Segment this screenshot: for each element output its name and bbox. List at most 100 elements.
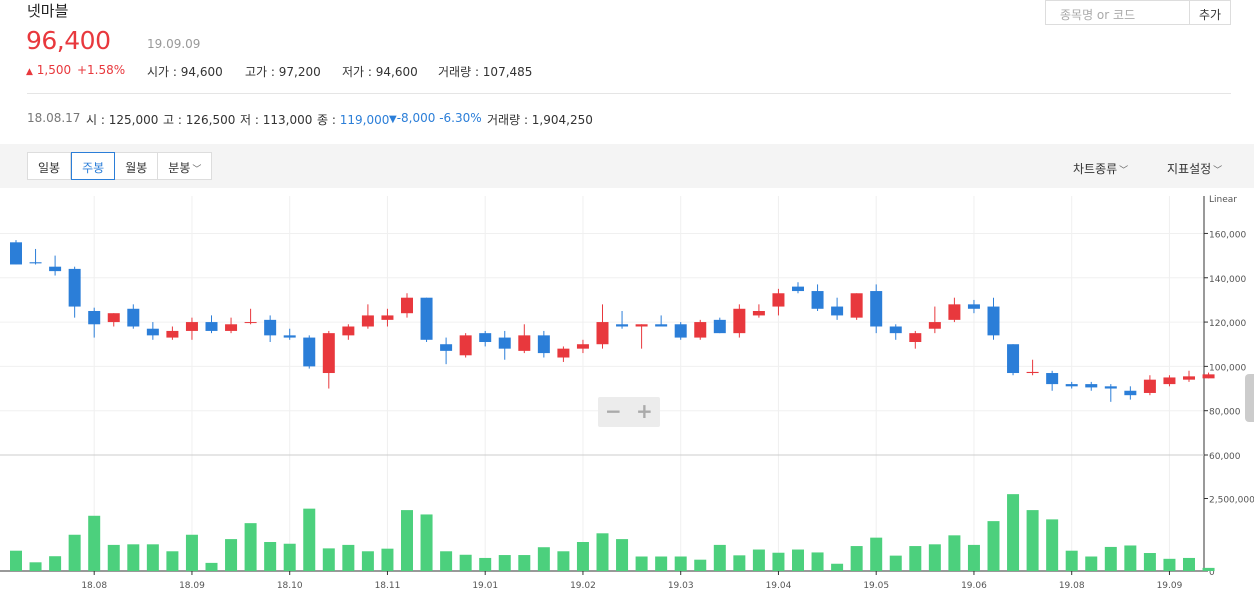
x-tick-label: 19.06 bbox=[961, 581, 987, 591]
candle-body bbox=[811, 291, 824, 309]
x-tick-label: 18.09 bbox=[179, 581, 205, 591]
candle-body bbox=[1026, 371, 1039, 374]
stock-search-input[interactable]: 종목명 or 코드 bbox=[1045, 0, 1190, 25]
volume-bar bbox=[322, 548, 335, 571]
x-tick-label: 18.10 bbox=[277, 581, 303, 591]
history-low: 저 : 113,000 bbox=[240, 113, 313, 127]
tab-monthly[interactable]: 월봉 bbox=[115, 152, 159, 180]
volume-bar bbox=[694, 559, 707, 571]
history-volume-value: 1,904,250 bbox=[531, 113, 593, 127]
candle-body bbox=[107, 313, 120, 323]
tab-daily[interactable]: 일봉 bbox=[27, 152, 72, 180]
x-tick-label: 19.02 bbox=[570, 581, 596, 591]
history-open-value: 125,000 bbox=[108, 113, 159, 127]
history-open: 시 : 125,000 bbox=[86, 113, 159, 127]
price-chart[interactable]: Linear 160,000 140,000 120,000 100,000 80,00… bbox=[0, 188, 1254, 603]
volume-bar bbox=[1065, 550, 1078, 571]
candle-body bbox=[557, 348, 570, 358]
candle-body bbox=[1143, 379, 1156, 393]
volume-bar bbox=[420, 514, 433, 571]
candle-body bbox=[655, 324, 668, 327]
volume-bar bbox=[909, 546, 922, 571]
current-price: 96,400 bbox=[26, 26, 111, 55]
candle-body bbox=[283, 335, 296, 338]
candle-body bbox=[166, 330, 179, 338]
volume-bar bbox=[127, 544, 140, 571]
candle-body bbox=[381, 315, 394, 320]
volume-bar bbox=[342, 544, 355, 571]
candle-body bbox=[1065, 384, 1078, 387]
chevron-down-icon: ﹀ bbox=[1119, 166, 1129, 176]
chart-type-dropdown[interactable]: 차트종류 ﹀ bbox=[1073, 160, 1128, 177]
volume-bar bbox=[674, 556, 687, 571]
volume-bar bbox=[303, 508, 316, 571]
candle-body bbox=[870, 291, 883, 327]
x-tick-label: 19.03 bbox=[668, 581, 694, 591]
zoom-control: − + bbox=[598, 397, 660, 427]
volume-bar bbox=[557, 551, 570, 571]
history-change-percent: -6.30% bbox=[439, 111, 482, 125]
zoom-out-icon[interactable]: − bbox=[605, 399, 622, 423]
candle-body bbox=[1163, 377, 1176, 385]
volume-bar bbox=[967, 544, 980, 571]
candle-body bbox=[420, 297, 433, 340]
history-high-label: 고 bbox=[163, 113, 175, 127]
candle-body bbox=[518, 335, 531, 351]
volume-bar bbox=[596, 533, 609, 571]
stat-open: 시가 : 94,600 bbox=[147, 65, 223, 79]
volume-bar bbox=[283, 543, 296, 571]
volume-bar bbox=[616, 539, 629, 571]
candle-body bbox=[225, 324, 238, 331]
volume-bar bbox=[987, 521, 1000, 571]
stat-volume: 거래량 : 107,485 bbox=[438, 65, 533, 79]
indicator-dropdown[interactable]: 지표설정 ﹀ bbox=[1167, 160, 1222, 177]
candle-body bbox=[29, 262, 42, 264]
history-volume: 거래량 : 1,904,250 bbox=[487, 113, 593, 127]
side-panel-handle[interactable] bbox=[1245, 374, 1254, 422]
candle-body bbox=[1183, 376, 1195, 380]
candle-body bbox=[1007, 344, 1020, 374]
volume-bar bbox=[361, 551, 374, 571]
x-tick-label: 19.09 bbox=[1157, 581, 1183, 591]
history-open-label: 시 bbox=[86, 113, 98, 127]
candle-body bbox=[88, 310, 101, 325]
volume-bar bbox=[576, 542, 589, 571]
stat-volume-label: 거래량 bbox=[438, 65, 472, 79]
candle-body bbox=[674, 324, 687, 338]
history-close-label: 종 bbox=[317, 113, 329, 127]
candle-body bbox=[733, 308, 746, 334]
volume-bar bbox=[459, 554, 472, 571]
candle-body bbox=[792, 286, 804, 292]
candle-body bbox=[322, 333, 335, 374]
candle-body bbox=[498, 337, 511, 349]
chevron-down-icon: ﹀ bbox=[1213, 166, 1223, 176]
price-change: ▲ 1,500 +1.58% bbox=[26, 63, 125, 77]
tab-minute[interactable]: 분봉 ﹀ bbox=[158, 152, 213, 180]
volume-bar bbox=[831, 563, 844, 571]
stat-high: 고가 : 97,200 bbox=[245, 65, 321, 79]
volume-bar bbox=[205, 562, 218, 571]
history-high-value: 126,500 bbox=[185, 113, 236, 127]
zoom-in-icon[interactable]: + bbox=[636, 399, 653, 423]
chart-type-label: 차트종류 bbox=[1073, 162, 1118, 176]
volume-bar bbox=[772, 552, 785, 571]
volume-bar bbox=[49, 556, 62, 571]
add-button[interactable]: 추가 bbox=[1189, 0, 1231, 25]
volume-bar bbox=[264, 542, 277, 571]
candle-body bbox=[1202, 374, 1215, 379]
candle-body bbox=[10, 242, 22, 265]
tab-weekly[interactable]: 주봉 bbox=[71, 152, 116, 180]
tab-minute-label: 분봉 bbox=[168, 161, 191, 175]
candle-body bbox=[576, 344, 589, 349]
candle-body bbox=[596, 322, 609, 345]
candle-body bbox=[889, 326, 902, 334]
volume-bar bbox=[10, 550, 22, 571]
candle-body bbox=[967, 304, 980, 309]
volume-bar bbox=[185, 534, 198, 571]
candle-body bbox=[127, 308, 140, 327]
candle-body bbox=[185, 322, 198, 331]
candle-body bbox=[303, 337, 316, 367]
volume-bar bbox=[225, 539, 238, 571]
down-arrow-icon: ▼ bbox=[389, 114, 397, 125]
change-value: 1,500 bbox=[36, 63, 72, 77]
